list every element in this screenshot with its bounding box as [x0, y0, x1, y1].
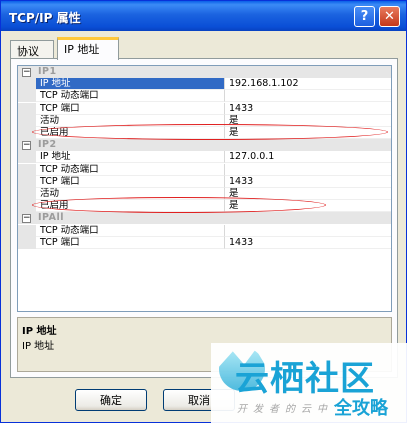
description-title: IP 地址: [22, 326, 57, 337]
property-name: 活动: [36, 188, 225, 200]
row-gutter: [18, 127, 36, 139]
property-grid[interactable]: − IP1 IP 地址 192.168.1.102 TCP 动态端口 TCP 端口 1433…: [17, 65, 392, 312]
category-ip2[interactable]: − IP2: [18, 139, 391, 152]
property-row[interactable]: IP 地址 192.168.1.102: [18, 78, 391, 91]
tab-ip-address-label: IP 地址: [64, 43, 100, 56]
watermark-title: 云栖社区: [235, 359, 375, 399]
property-value[interactable]: [225, 225, 391, 237]
property-value[interactable]: 1433: [225, 237, 391, 249]
property-row[interactable]: 活动是: [18, 114, 391, 127]
category-label: IP1: [38, 66, 57, 77]
watermark-subtitle: 开发者的云中: [237, 404, 333, 415]
close-button[interactable]: ✕: [379, 6, 400, 27]
row-gutter: [18, 224, 36, 237]
row-gutter: [18, 90, 36, 103]
row-gutter: [18, 151, 36, 164]
property-name: TCP 动态端口: [36, 224, 225, 237]
collapse-toggle-icon[interactable]: −: [22, 68, 31, 77]
property-value[interactable]: 是: [225, 115, 391, 127]
row-gutter: [18, 236, 36, 249]
title-bar: TCP/IP 属性 ? ✕: [1, 1, 406, 31]
property-row[interactable]: TCP 动态端口: [18, 224, 391, 237]
property-row[interactable]: TCP 端口 1433: [18, 175, 391, 188]
property-name: IP 地址: [36, 151, 225, 164]
row-gutter: [18, 114, 36, 127]
property-name: 已启用: [36, 200, 225, 213]
property-row[interactable]: IP 地址 127.0.0.1: [18, 151, 391, 164]
tab-ip-address[interactable]: IP 地址: [57, 37, 119, 60]
tab-panel: − IP1 IP 地址 192.168.1.102 TCP 动态端口 TCP 端口 1433…: [10, 58, 398, 378]
property-value[interactable]: 是: [225, 188, 391, 200]
property-value[interactable]: 127.0.0.1: [225, 151, 391, 164]
window-title: TCP/IP 属性: [9, 11, 81, 25]
property-name: IP 地址: [36, 78, 225, 91]
property-row[interactable]: TCP 动态端口: [18, 163, 391, 176]
ok-button-label: 确定: [100, 394, 122, 407]
property-value[interactable]: 是: [225, 127, 391, 139]
property-row[interactable]: 活动是: [18, 188, 391, 200]
collapse-toggle-icon[interactable]: −: [22, 214, 31, 224]
property-row[interactable]: 已启用是: [18, 127, 391, 139]
property-name: TCP 端口: [36, 175, 225, 188]
category-ipall[interactable]: − IPAll: [18, 212, 391, 225]
row-gutter: [18, 78, 36, 91]
row-gutter: [18, 188, 36, 200]
property-row[interactable]: TCP 端口 1433: [18, 102, 391, 115]
close-x-icon: ✕: [384, 9, 395, 24]
property-name: TCP 端口: [36, 236, 225, 249]
tab-protocol[interactable]: 协议: [10, 40, 54, 59]
category-label: IPAll: [38, 212, 64, 224]
tab-protocol-label: 协议: [17, 45, 39, 58]
property-value[interactable]: 是: [225, 200, 391, 213]
category-ip1[interactable]: − IP1: [18, 66, 391, 78]
property-value[interactable]: 1433: [225, 103, 391, 115]
property-name: TCP 端口: [36, 102, 225, 115]
tcpip-properties-dialog: TCP/IP 属性 ? ✕ 协议 IP 地址 − IP1 IP 地址 192.168.…: [0, 0, 407, 424]
category-label: IP2: [38, 139, 57, 151]
row-gutter: [18, 102, 36, 115]
property-name: TCP 动态端口: [36, 163, 225, 176]
property-value[interactable]: [225, 164, 391, 176]
cancel-button-label: 取消: [188, 394, 210, 407]
property-row[interactable]: 已启用是: [18, 200, 391, 213]
property-name: 已启用: [36, 127, 225, 139]
row-gutter: [18, 175, 36, 188]
row-gutter: [18, 200, 36, 213]
collapse-toggle-icon[interactable]: −: [22, 141, 31, 151]
question-icon: ?: [360, 9, 369, 24]
property-row[interactable]: TCP 端口 1433: [18, 236, 391, 249]
row-gutter: [18, 163, 36, 176]
property-value[interactable]: 192.168.1.102: [225, 78, 391, 91]
ok-button[interactable]: 确定: [75, 389, 147, 411]
property-value[interactable]: [225, 90, 391, 103]
help-button[interactable]: ?: [354, 6, 375, 27]
property-value[interactable]: 1433: [225, 176, 391, 188]
property-row[interactable]: TCP 动态端口: [18, 90, 391, 103]
watermark-badge: 全攻略: [334, 398, 388, 419]
property-name: 活动: [36, 114, 225, 127]
property-name: TCP 动态端口: [36, 90, 225, 103]
